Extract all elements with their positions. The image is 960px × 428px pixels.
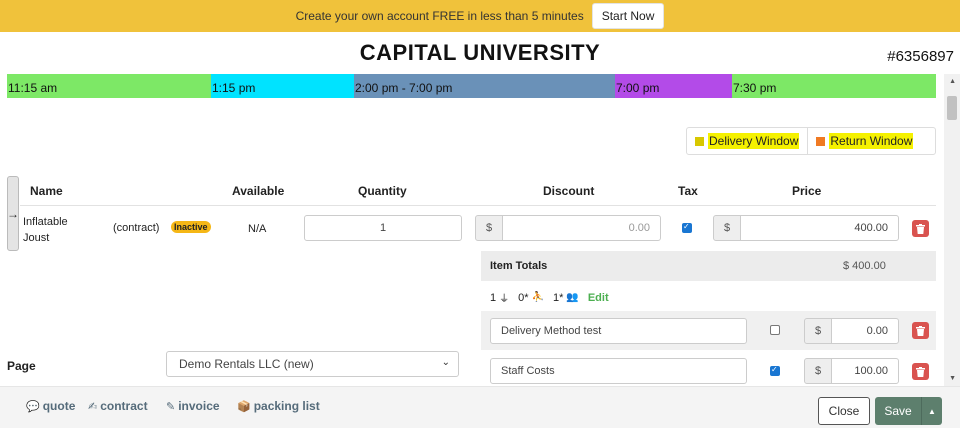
column-header-discount: Discount	[543, 184, 595, 198]
item-totals-label: Item Totals	[490, 260, 548, 272]
item-type: (contract)	[113, 222, 160, 234]
promo-bar: Create your own account FREE in less tha…	[0, 0, 960, 32]
column-header-price: Price	[792, 184, 822, 198]
delivery-window-legend: Delivery Window	[687, 128, 807, 154]
timeline-segment: 1:15 pm	[211, 74, 354, 98]
order-number: #6356897	[887, 48, 954, 65]
fee-amount-input[interactable]: 100.00	[831, 358, 899, 384]
return-window-legend: Return Window	[807, 128, 921, 154]
item-tax-checkbox[interactable]	[682, 222, 692, 233]
delete-item-button[interactable]	[912, 220, 929, 237]
fee-name-input[interactable]: Delivery Method test	[490, 318, 747, 344]
save-button-label: Save	[884, 404, 912, 418]
invoice-link[interactable]: ✎ invoice	[166, 399, 220, 413]
timeline-segment: 2:00 pm - 7:00 pm	[354, 74, 615, 98]
staff-icon: ⛹	[531, 292, 544, 303]
page-title: CAPITAL UNIVERSITY	[359, 40, 601, 65]
chevron-down-icon: ⌄	[441, 357, 450, 368]
event-timeline: 11:15 am 1:15 pm 2:00 pm - 7:00 pm 7:00 …	[7, 74, 936, 98]
inactive-badge: Inactive	[171, 221, 211, 233]
fee-currency-addon: $	[804, 358, 832, 384]
close-button[interactable]: Close	[818, 397, 870, 425]
arrow-right-icon: →	[7, 206, 19, 221]
users-icon: 👥	[566, 292, 579, 303]
delivery-window-swatch	[695, 136, 704, 146]
packing-list-link[interactable]: 📦 packing list	[237, 399, 320, 413]
column-header-quantity: Quantity	[358, 184, 407, 198]
column-header-available: Available	[232, 184, 285, 198]
status-badge: Inactive	[171, 221, 211, 233]
column-header-name: Name	[30, 184, 63, 198]
fee-currency-addon: $	[804, 318, 832, 344]
quantity-input[interactable]: 1	[304, 215, 462, 241]
save-button[interactable]: Save ▲	[875, 397, 942, 425]
window-legend: Delivery Window Return Window	[686, 127, 936, 155]
footer-bar: 💬 quote ✍ contract ✎ invoice 📦 packing l…	[0, 386, 960, 428]
scrollbar-thumb[interactable]	[947, 96, 957, 120]
trash-icon	[916, 325, 925, 336]
contract-link[interactable]: ✍ contract	[88, 399, 148, 413]
header-divider	[20, 205, 936, 206]
return-window-label: Return Window	[829, 133, 914, 149]
trash-icon	[916, 366, 925, 377]
item-name[interactable]: Inflatable Joust	[23, 214, 93, 246]
timeline-segment: 7:00 pm	[615, 74, 732, 98]
fee-name-input[interactable]: Staff Costs	[490, 358, 747, 384]
comment-icon: 💬	[26, 400, 40, 413]
promo-text: Create your own account FREE in less tha…	[295, 9, 584, 23]
fee-tax-checkbox[interactable]	[770, 325, 780, 335]
item-totals-row: Item Totals $ 400.00	[481, 251, 936, 281]
caret-up-icon[interactable]: ▲	[921, 397, 942, 425]
expand-panel-tab[interactable]: →	[7, 176, 19, 251]
page-select[interactable]: Demo Rentals LLC (new) ⌄	[166, 351, 459, 377]
delete-fee-button[interactable]	[912, 322, 929, 339]
item-totals-value: $ 400.00	[843, 260, 886, 272]
timeline-segment: 11:15 am	[7, 74, 211, 98]
fee-amount-input[interactable]: 0.00	[831, 318, 899, 344]
quote-link-label: quote	[42, 399, 76, 413]
power-count: 1	[490, 291, 497, 304]
page-field-label: Page	[7, 359, 36, 373]
invoice-icon: ✎	[166, 400, 176, 413]
crew-count: 1*	[552, 291, 564, 304]
start-now-button[interactable]: Start Now	[591, 3, 665, 29]
price-input[interactable]: 400.00	[740, 215, 899, 241]
page-select-value: Demo Rentals LLC (new)	[179, 357, 314, 371]
fee-tax-checkbox[interactable]	[770, 365, 780, 376]
boxes-icon: 📦	[237, 400, 251, 413]
contract-link-label: contract	[100, 399, 148, 413]
resource-counts: 1 ⏚ 0* ⛹ 1* 👥 Edit	[490, 290, 609, 306]
quote-link[interactable]: 💬 quote	[26, 399, 75, 413]
vertical-scrollbar[interactable]	[944, 74, 960, 386]
scroll-down-icon[interactable]: ▼	[949, 375, 956, 382]
return-window-swatch	[816, 136, 826, 146]
discount-input[interactable]: 0.00	[502, 215, 661, 241]
price-currency-addon: $	[713, 215, 741, 241]
file-signature-icon: ✍	[88, 400, 98, 413]
trash-icon	[916, 223, 925, 234]
edit-counts-link[interactable]: Edit	[588, 292, 609, 304]
plug-icon: ⏚	[499, 294, 510, 305]
delete-fee-button[interactable]	[912, 363, 929, 380]
column-header-tax: Tax	[678, 184, 698, 198]
invoice-link-label: invoice	[178, 399, 220, 413]
staff-count: 0*	[518, 291, 529, 304]
delivery-window-label: Delivery Window	[708, 133, 800, 149]
timeline-segment: 7:30 pm	[732, 74, 936, 98]
item-available: N/A	[248, 223, 267, 235]
packing-list-link-label: packing list	[253, 399, 320, 413]
discount-currency-addon: $	[475, 215, 503, 241]
scroll-up-icon[interactable]: ▲	[949, 78, 956, 85]
